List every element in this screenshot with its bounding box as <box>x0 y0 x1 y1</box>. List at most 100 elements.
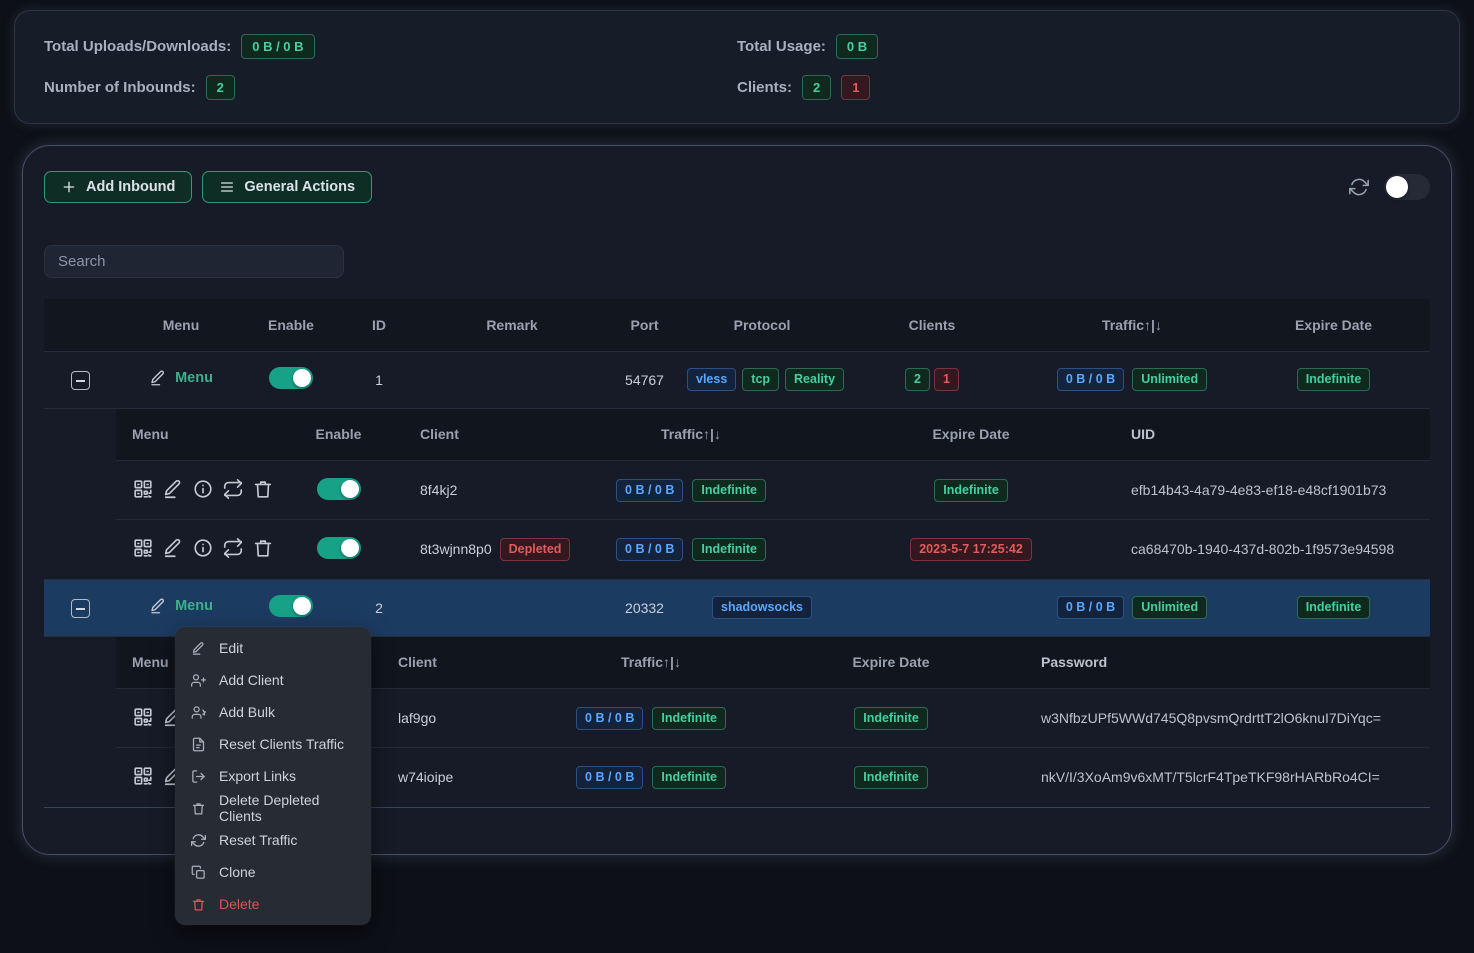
edit-icon[interactable] <box>162 537 184 559</box>
expire-cell: 2023-5-7 17:25:42 <box>821 520 1121 579</box>
menu-item-export-links[interactable]: Export Links <box>175 760 371 792</box>
stat-number-of-inbounds: Number of Inbounds: 2 <box>44 72 737 102</box>
menu-item-add-client[interactable]: Add Client <box>175 664 371 696</box>
menu-item-label: Add Bulk <box>219 704 275 720</box>
client-column-header: Client <box>376 409 561 461</box>
menu-item-reset-traffic[interactable]: Reset Traffic <box>175 824 371 856</box>
add-inbound-label: Add Inbound <box>86 179 175 195</box>
menu-item-label: Reset Clients Traffic <box>219 736 344 752</box>
menu-column-header: Menu <box>116 409 301 461</box>
traffic-limit-badge: Unlimited <box>1132 368 1207 391</box>
refresh-icon[interactable] <box>1349 177 1369 197</box>
stat-value-badge: 0 B / 0 B <box>241 34 314 59</box>
menu-item-delete-depleted-clients[interactable]: Delete Depleted Clients <box>175 792 371 824</box>
menu-item-label: Reset Traffic <box>219 832 297 848</box>
client-name-cell: 8f4kj2 <box>376 461 561 520</box>
toolbar-toggle[interactable] <box>1384 174 1430 200</box>
traffic-badge: 0 B / 0 B <box>1057 368 1124 391</box>
traffic-column-header[interactable]: Traffic↑|↓ <box>561 409 821 461</box>
expire-badge: Indefinite <box>854 766 928 789</box>
repeat-icon[interactable] <box>222 478 244 500</box>
remark-cell <box>422 579 602 636</box>
traffic-cell: 0 B / 0 B Indefinite <box>536 689 766 748</box>
traffic-cell: 0 B / 0 B Unlimited <box>1027 351 1237 408</box>
collapse-row-button[interactable] <box>71 599 90 618</box>
client-column-header: Client <box>361 637 536 689</box>
protocol-column-header: Protocol <box>687 299 837 351</box>
inbound-context-menu: Edit Add Client Add Bulk Reset Clients T… <box>175 627 371 925</box>
stat-value-badge: 0 B <box>836 34 878 59</box>
remark-column-header: Remark <box>422 299 602 351</box>
edit-icon[interactable] <box>162 478 184 500</box>
menu-bars-icon <box>219 179 235 195</box>
traffic-limit-badge: Unlimited <box>1132 596 1207 619</box>
traffic-cell: 0 B / 0 B Indefinite <box>536 748 766 807</box>
uid-cell: efb14b43-4a79-4e83-ef18-e48cf1901b73 <box>1121 461 1430 520</box>
traffic-cell: 0 B / 0 B Unlimited <box>1027 579 1237 636</box>
inbound-menu-button[interactable]: Menu <box>149 369 213 387</box>
menu-item-label: Delete Depleted Clients <box>219 792 355 824</box>
enable-toggle[interactable] <box>317 537 361 559</box>
clients-active-badge: 2 <box>802 75 831 100</box>
traffic-column-header[interactable]: Traffic↑|↓ <box>1027 299 1237 351</box>
repeat-icon[interactable] <box>222 537 244 559</box>
inbounds-header-row: Menu Enable ID Remark Port Protocol Clie… <box>44 299 1430 351</box>
clone-icon <box>191 865 206 880</box>
minus-icon <box>76 380 85 382</box>
clients-header-row: Menu Enable Client Traffic↑|↓ Expire Dat… <box>116 409 1430 461</box>
clients-active-badge: 2 <box>905 368 930 391</box>
enable-toggle[interactable] <box>269 595 313 617</box>
qr-code-icon[interactable] <box>132 706 154 728</box>
stat-label: Total Usage: <box>737 38 826 55</box>
expire-badge: Indefinite <box>854 707 928 730</box>
general-actions-label: General Actions <box>244 179 355 195</box>
info-icon[interactable] <box>192 478 214 500</box>
client-name: 8t3wjnn8p0 <box>420 541 492 557</box>
expire-badge: Indefinite <box>1297 368 1371 391</box>
expire-column-header: Expire Date <box>766 637 1016 689</box>
qr-code-icon[interactable] <box>132 765 154 787</box>
toolbar-right <box>1349 174 1430 200</box>
client-name-cell: w74ioipe <box>361 748 536 807</box>
menu-item-add-bulk[interactable]: Add Bulk <box>175 696 371 728</box>
expire-cell: Indefinite <box>766 748 1016 807</box>
remark-cell <box>422 351 602 408</box>
traffic-column-header[interactable]: Traffic↑|↓ <box>536 637 766 689</box>
expire-column-header: Expire Date <box>1237 299 1430 351</box>
inbound-menu-button[interactable]: Menu <box>149 597 213 615</box>
qr-code-icon[interactable] <box>132 537 154 559</box>
general-actions-button[interactable]: General Actions <box>202 171 372 203</box>
expire-badge: Indefinite <box>934 479 1008 502</box>
trash-icon <box>191 897 206 912</box>
stat-clients: Clients: 2 1 <box>737 72 1430 102</box>
plus-icon <box>61 179 77 195</box>
toolbar: Add Inbound General Actions <box>44 171 1430 203</box>
collapse-row-button[interactable] <box>71 371 90 390</box>
client-actions <box>116 520 301 579</box>
clients-cell: 2 1 <box>837 351 1027 408</box>
info-icon[interactable] <box>192 537 214 559</box>
password-column-header: Password <box>1016 637 1430 689</box>
menu-item-label: Clone <box>219 864 256 880</box>
add-inbound-button[interactable]: Add Inbound <box>44 171 192 203</box>
menu-label: Menu <box>175 598 213 614</box>
network-tag: tcp <box>742 368 779 391</box>
menu-item-clone[interactable]: Clone <box>175 856 371 888</box>
id-cell: 1 <box>336 351 422 408</box>
enable-toggle[interactable] <box>317 478 361 500</box>
enable-toggle[interactable] <box>269 367 313 389</box>
menu-item-reset-clients-traffic[interactable]: Reset Clients Traffic <box>175 728 371 760</box>
trash-icon[interactable] <box>252 478 274 500</box>
menu-item-label: Export Links <box>219 768 296 784</box>
traffic-cell: 0 B / 0 B Indefinite <box>561 520 821 579</box>
client-row: 8t3wjnn8p0 Depleted 0 B / 0 B Indefinite <box>116 520 1430 579</box>
menu-item-edit[interactable]: Edit <box>175 632 371 664</box>
trash-icon[interactable] <box>252 537 274 559</box>
traffic-limit-badge: Indefinite <box>652 766 726 789</box>
search-input[interactable] <box>44 245 344 278</box>
stats-panel: Total Uploads/Downloads: 0 B / 0 B Numbe… <box>14 10 1460 124</box>
password-cell: nkV/I/3XoAm9v6xMT/T5lcrF4TpeTKF98rHARbRo… <box>1016 748 1430 807</box>
qr-code-icon[interactable] <box>132 478 154 500</box>
menu-item-delete[interactable]: Delete <box>175 888 371 920</box>
stats-left-column: Total Uploads/Downloads: 0 B / 0 B Numbe… <box>44 31 737 103</box>
